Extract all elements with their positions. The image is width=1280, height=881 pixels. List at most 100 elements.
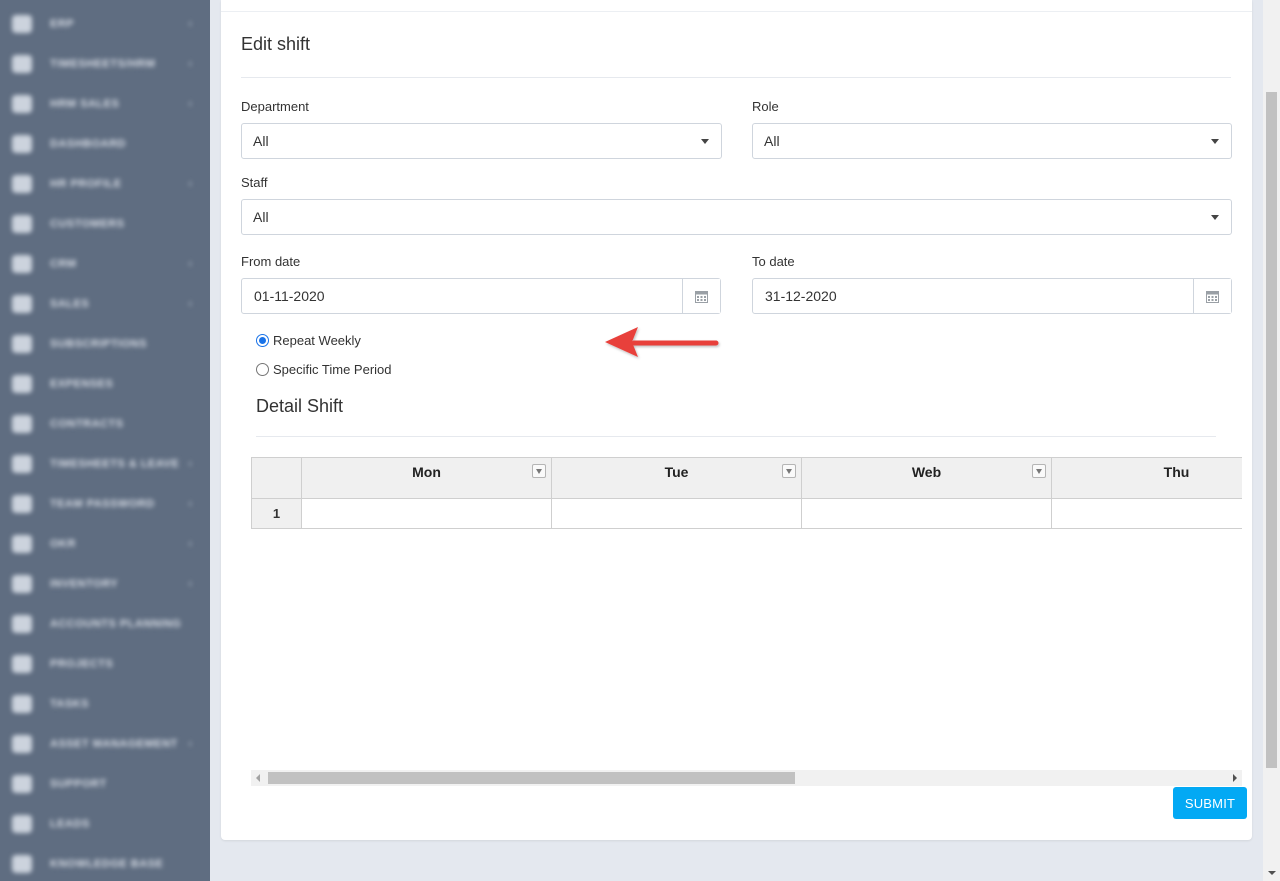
sidebar-item[interactable]: SALES ‹	[0, 284, 210, 324]
column-header-label: Tue	[664, 464, 689, 480]
grid-cell-web[interactable]	[801, 498, 1052, 529]
scroll-down-icon[interactable]	[1268, 871, 1276, 875]
shift-table: Mon Tue Web Thu 1	[251, 457, 1242, 529]
sidebar-item-label: DASHBOARD	[50, 138, 126, 150]
grid-cell-thu[interactable]	[1051, 498, 1242, 529]
column-header-label: Mon	[412, 464, 441, 480]
sidebar-item-label: CONTRACTS	[50, 418, 124, 430]
column-header-label: Web	[911, 464, 942, 480]
from-date-label: From date	[241, 254, 301, 269]
sidebar-item[interactable]: PROJECTS	[0, 644, 210, 684]
calendar-icon	[695, 290, 708, 303]
sidebar-item-label: HR PROFILE	[50, 178, 122, 190]
department-label: Department	[241, 99, 309, 114]
column-header-web: Web	[801, 457, 1052, 499]
chevron-down-icon	[701, 139, 709, 144]
sidebar-item-label: ERP	[50, 18, 75, 30]
sidebar-item[interactable]: SUBSCRIPTIONS	[0, 324, 210, 364]
panel-top-divider	[221, 11, 1252, 12]
table-header-row: Mon Tue Web Thu	[251, 457, 1242, 499]
to-date-value[interactable]: 31-12-2020	[753, 279, 1193, 313]
scroll-right-icon[interactable]	[1233, 774, 1237, 782]
sidebar-item[interactable]: SUPPORT	[0, 764, 210, 804]
column-header-thu: Thu	[1051, 457, 1242, 499]
to-date-field[interactable]: 31-12-2020	[752, 278, 1232, 314]
sidebar-item-label: HRM SALES	[50, 98, 120, 110]
user-icon	[12, 175, 32, 193]
home-icon	[12, 255, 32, 273]
role-value: All	[764, 133, 780, 149]
sidebar-item[interactable]: DASHBOARD	[0, 124, 210, 164]
grid-horizontal-scrollbar[interactable]	[251, 770, 1242, 786]
sidebar-item-label: CUSTOMERS	[50, 218, 125, 230]
sidebar-item[interactable]: TASKS	[0, 684, 210, 724]
edit-icon	[12, 55, 32, 73]
column-header-tue: Tue	[551, 457, 802, 499]
customer-icon	[12, 215, 32, 233]
sidebar-item[interactable]: CUSTOMERS	[0, 204, 210, 244]
from-date-calendar-button[interactable]	[682, 279, 720, 313]
repeat-weekly-option[interactable]: Repeat Weekly	[256, 333, 361, 348]
scroll-left-icon[interactable]	[256, 774, 260, 782]
table-row: 1	[251, 498, 1242, 529]
annotation-arrow-icon	[605, 327, 719, 357]
sidebar-item[interactable]: KNOWLEDGE BASE	[0, 844, 210, 881]
calendar-icon	[12, 455, 32, 473]
scrollbar-thumb[interactable]	[1266, 92, 1277, 768]
sidebar-item[interactable]: HRM SALES ‹	[0, 84, 210, 124]
submit-button[interactable]: SUBMIT	[1173, 787, 1247, 819]
specific-time-period-option[interactable]: Specific Time Period	[256, 362, 392, 377]
sidebar-item[interactable]: ERP ‹	[0, 4, 210, 44]
department-select[interactable]: All	[241, 123, 722, 159]
sidebar-item-label: EXPENSES	[50, 378, 114, 390]
sidebar-item-label: TIMESHEETS/HRM	[50, 58, 156, 70]
repeat-weekly-radio[interactable]	[256, 334, 269, 347]
sidebar-item[interactable]: TIMESHEETS/HRM ‹	[0, 44, 210, 84]
asset-icon	[12, 735, 32, 753]
page-title: Edit shift	[241, 34, 311, 54]
key-icon	[12, 495, 32, 513]
detail-shift-divider	[256, 436, 1216, 437]
sales-icon	[12, 295, 32, 313]
sidebar-item-label: SUBSCRIPTIONS	[50, 338, 147, 350]
sidebar-item[interactable]: INVENTORY ‹	[0, 564, 210, 604]
leads-icon	[12, 815, 32, 833]
edit-shift-panel: Edit shift Department All Role All Staff…	[221, 0, 1252, 840]
grid-cell-mon[interactable]	[301, 498, 552, 529]
sidebar-item-label: ACCOUNTS PLANNING	[50, 618, 182, 630]
sidebar-item[interactable]: CRM ‹	[0, 244, 210, 284]
sidebar-item[interactable]: CONTRACTS	[0, 404, 210, 444]
staff-label: Staff	[241, 175, 268, 190]
sidebar-item[interactable]: OKR ‹	[0, 524, 210, 564]
title-divider	[241, 77, 1231, 78]
column-filter-button[interactable]	[532, 464, 546, 478]
sidebar-item[interactable]: HR PROFILE ‹	[0, 164, 210, 204]
role-label: Role	[752, 99, 779, 114]
column-filter-button[interactable]	[1032, 464, 1046, 478]
sidebar-item-label: PROJECTS	[50, 658, 114, 670]
sidebar: ERP ‹ TIMESHEETS/HRM ‹ HRM SALES ‹ DASHBOARD HR…	[0, 0, 210, 881]
staff-select[interactable]: All	[241, 199, 1232, 235]
to-date-label: To date	[752, 254, 795, 269]
specific-time-period-label: Specific Time Period	[273, 362, 392, 377]
projects-icon	[12, 655, 32, 673]
edit-icon	[12, 335, 32, 353]
page-vertical-scrollbar[interactable]	[1263, 0, 1280, 881]
grid-cell-tue[interactable]	[551, 498, 802, 529]
from-date-field[interactable]: 01-11-2020	[241, 278, 721, 314]
sidebar-item[interactable]: TIMESHEETS & LEAVE ‹	[0, 444, 210, 484]
sidebar-item[interactable]: ACCOUNTS PLANNING	[0, 604, 210, 644]
specific-time-period-radio[interactable]	[256, 363, 269, 376]
sidebar-item[interactable]: TEAM PASSWORD ‹	[0, 484, 210, 524]
sidebar-item[interactable]: LEADS	[0, 804, 210, 844]
support-icon	[12, 775, 32, 793]
column-filter-button[interactable]	[782, 464, 796, 478]
scrollbar-thumb[interactable]	[268, 772, 795, 784]
sidebar-item-label: TIMESHEETS & LEAVE	[50, 458, 180, 470]
role-select[interactable]: All	[752, 123, 1232, 159]
from-date-value[interactable]: 01-11-2020	[242, 279, 682, 313]
to-date-calendar-button[interactable]	[1193, 279, 1231, 313]
sidebar-item[interactable]: EXPENSES	[0, 364, 210, 404]
sidebar-item-label: LEADS	[50, 818, 90, 830]
sidebar-item[interactable]: ASSET MANAGEMENT ‹	[0, 724, 210, 764]
